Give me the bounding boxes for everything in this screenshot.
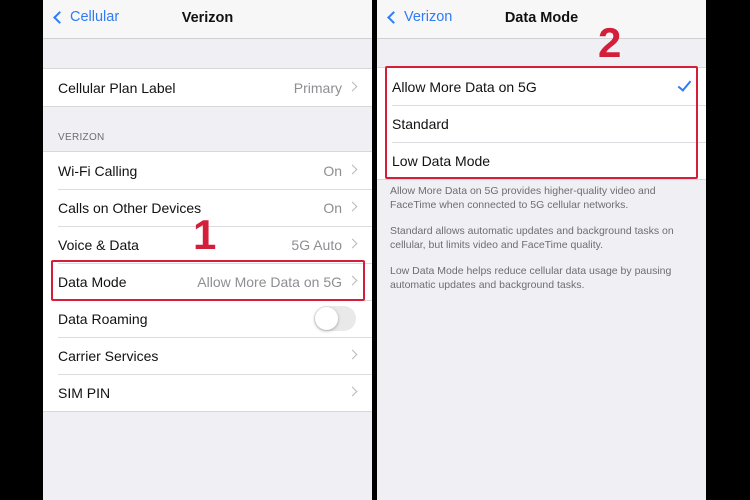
description-allow-more-data: Allow More Data on 5G provides higher-qu… <box>390 185 656 211</box>
step-number-1: 1 <box>193 211 217 258</box>
cellular-plan-label-row[interactable]: Cellular Plan Label Primary <box>43 69 372 106</box>
data-mode-screen: Verizon Data Mode Allow More Data on 5G … <box>377 0 706 500</box>
option-low-data-mode[interactable]: Low Data Mode <box>377 142 706 179</box>
chevron-right-icon <box>347 81 358 92</box>
option-label: Standard <box>392 115 449 132</box>
row-label: SIM PIN <box>58 384 111 401</box>
back-button[interactable]: Cellular <box>51 9 119 25</box>
chevron-left-icon <box>53 10 66 24</box>
row-value: Allow More Data on 5G <box>197 273 342 290</box>
chevron-right-icon <box>347 275 358 286</box>
nav-bar: Verizon Data Mode <box>377 0 706 39</box>
chevron-left-icon <box>387 10 400 24</box>
back-button[interactable]: Verizon <box>385 9 452 25</box>
option-label: Allow More Data on 5G <box>392 78 537 95</box>
row-label: Calls on Other Devices <box>58 199 202 216</box>
row-label: Cellular Plan Label <box>58 79 176 96</box>
chevron-right-icon <box>347 201 358 212</box>
option-allow-more-data-5g[interactable]: Allow More Data on 5G <box>377 68 706 105</box>
chevron-right-icon <box>347 164 358 175</box>
description-low-data-mode: Low Data Mode helps reduce cellular data… <box>390 265 672 291</box>
option-label: Low Data Mode <box>392 152 491 169</box>
row-value: On <box>323 199 342 216</box>
wifi-calling-row[interactable]: Wi-Fi Calling On <box>43 152 372 189</box>
nav-bar: Cellular Verizon <box>43 0 372 39</box>
row-label: Voice & Data <box>58 236 139 253</box>
row-value: On <box>323 162 342 179</box>
chevron-right-icon <box>347 386 358 397</box>
plan-label-group: Cellular Plan Label Primary <box>43 68 372 107</box>
chevron-right-icon <box>347 349 358 360</box>
carrier-settings-group: Wi-Fi Calling On Calls on Other Devices … <box>43 151 372 412</box>
checkmark-icon <box>677 77 692 92</box>
back-label: Cellular <box>70 9 120 25</box>
row-label: Wi-Fi Calling <box>58 162 138 179</box>
section-header: VERIZON <box>58 132 105 143</box>
step-number-2: 2 <box>598 19 622 66</box>
carrier-services-row[interactable]: Carrier Services <box>43 337 372 374</box>
back-label: Verizon <box>404 9 453 25</box>
option-standard[interactable]: Standard <box>377 105 706 142</box>
chevron-right-icon <box>347 238 358 249</box>
row-label: Data Roaming <box>58 310 148 327</box>
data-mode-options: Allow More Data on 5G Standard Low Data … <box>377 67 706 180</box>
data-mode-row[interactable]: Data Mode Allow More Data on 5G <box>43 263 372 300</box>
row-value: 5G Auto <box>291 236 342 253</box>
sim-pin-row[interactable]: SIM PIN <box>43 374 372 411</box>
row-value: Primary <box>293 79 342 96</box>
row-label: Data Mode <box>58 273 127 290</box>
description-standard: Standard allows automatic updates and ba… <box>390 225 674 251</box>
toggle-knob <box>315 307 338 330</box>
data-roaming-toggle[interactable] <box>314 306 356 331</box>
row-label: Carrier Services <box>58 347 159 364</box>
data-roaming-row: Data Roaming <box>43 300 372 337</box>
